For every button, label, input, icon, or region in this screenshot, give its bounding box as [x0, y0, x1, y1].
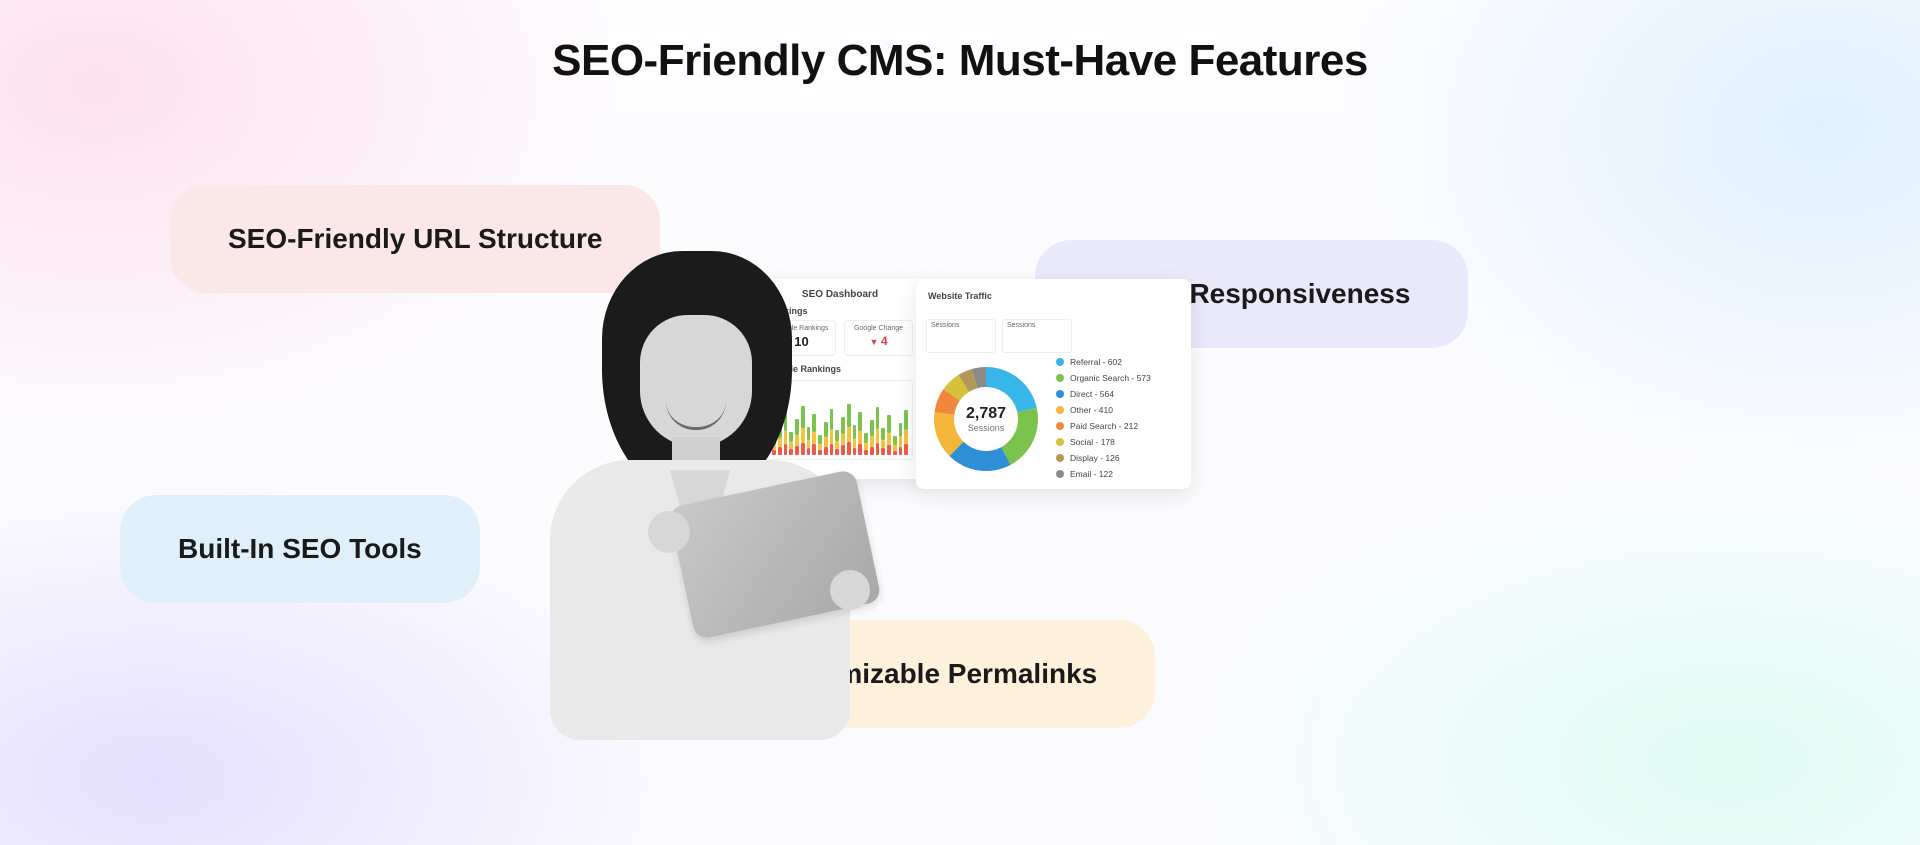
legend-dot-icon	[1056, 406, 1064, 414]
legend-label: Email - 122	[1070, 469, 1113, 479]
legend-label: Other - 410	[1070, 405, 1113, 415]
legend-dot-icon	[1056, 358, 1064, 366]
legend-label: Display - 126	[1070, 453, 1120, 463]
legend-label: Paid Search - 212	[1070, 421, 1138, 431]
legend-label: Referral - 602	[1070, 357, 1122, 367]
legend-row: Direct - 564	[1056, 389, 1186, 399]
hero-cluster: March SEO Dashboard Rankings Google Rank…	[520, 265, 1200, 745]
traffic-panel: Website Traffic Sessions Sessions 2,787 …	[916, 279, 1191, 489]
sessions-mini-a: Sessions	[926, 319, 996, 353]
legend-dot-icon	[1056, 422, 1064, 430]
donut-legend: Referral - 602 Organic Search - 573 Direct…	[1056, 357, 1186, 485]
legend-dot-icon	[1056, 438, 1064, 446]
donut-value: 2,787	[966, 405, 1006, 423]
legend-row: Social - 178	[1056, 437, 1186, 447]
legend-label: Social - 178	[1070, 437, 1115, 447]
legend-dot-icon	[1056, 390, 1064, 398]
legend-row: Email - 122	[1056, 469, 1186, 479]
sessions-donut-chart: 2,787 Sessions	[926, 359, 1046, 479]
legend-row: Referral - 602	[1056, 357, 1186, 367]
legend-label: Organic Search - 573	[1070, 373, 1151, 383]
legend-row: Organic Search - 573	[1056, 373, 1186, 383]
sessions-mini-b: Sessions	[1002, 319, 1072, 353]
legend-label: Direct - 564	[1070, 389, 1114, 399]
legend-dot-icon	[1056, 470, 1064, 478]
donut-sublabel: Sessions	[966, 423, 1006, 433]
legend-row: Display - 126	[1056, 453, 1186, 463]
page-title: SEO-Friendly CMS: Must-Have Features	[552, 36, 1368, 86]
person-illustration	[520, 265, 880, 745]
legend-dot-icon	[1056, 374, 1064, 382]
legend-row: Paid Search - 212	[1056, 421, 1186, 431]
legend-dot-icon	[1056, 454, 1064, 462]
feature-pill-builtin-tools: Built-In SEO Tools	[120, 495, 480, 603]
legend-row: Other - 410	[1056, 405, 1186, 415]
traffic-section-label: Website Traffic	[928, 291, 1179, 301]
